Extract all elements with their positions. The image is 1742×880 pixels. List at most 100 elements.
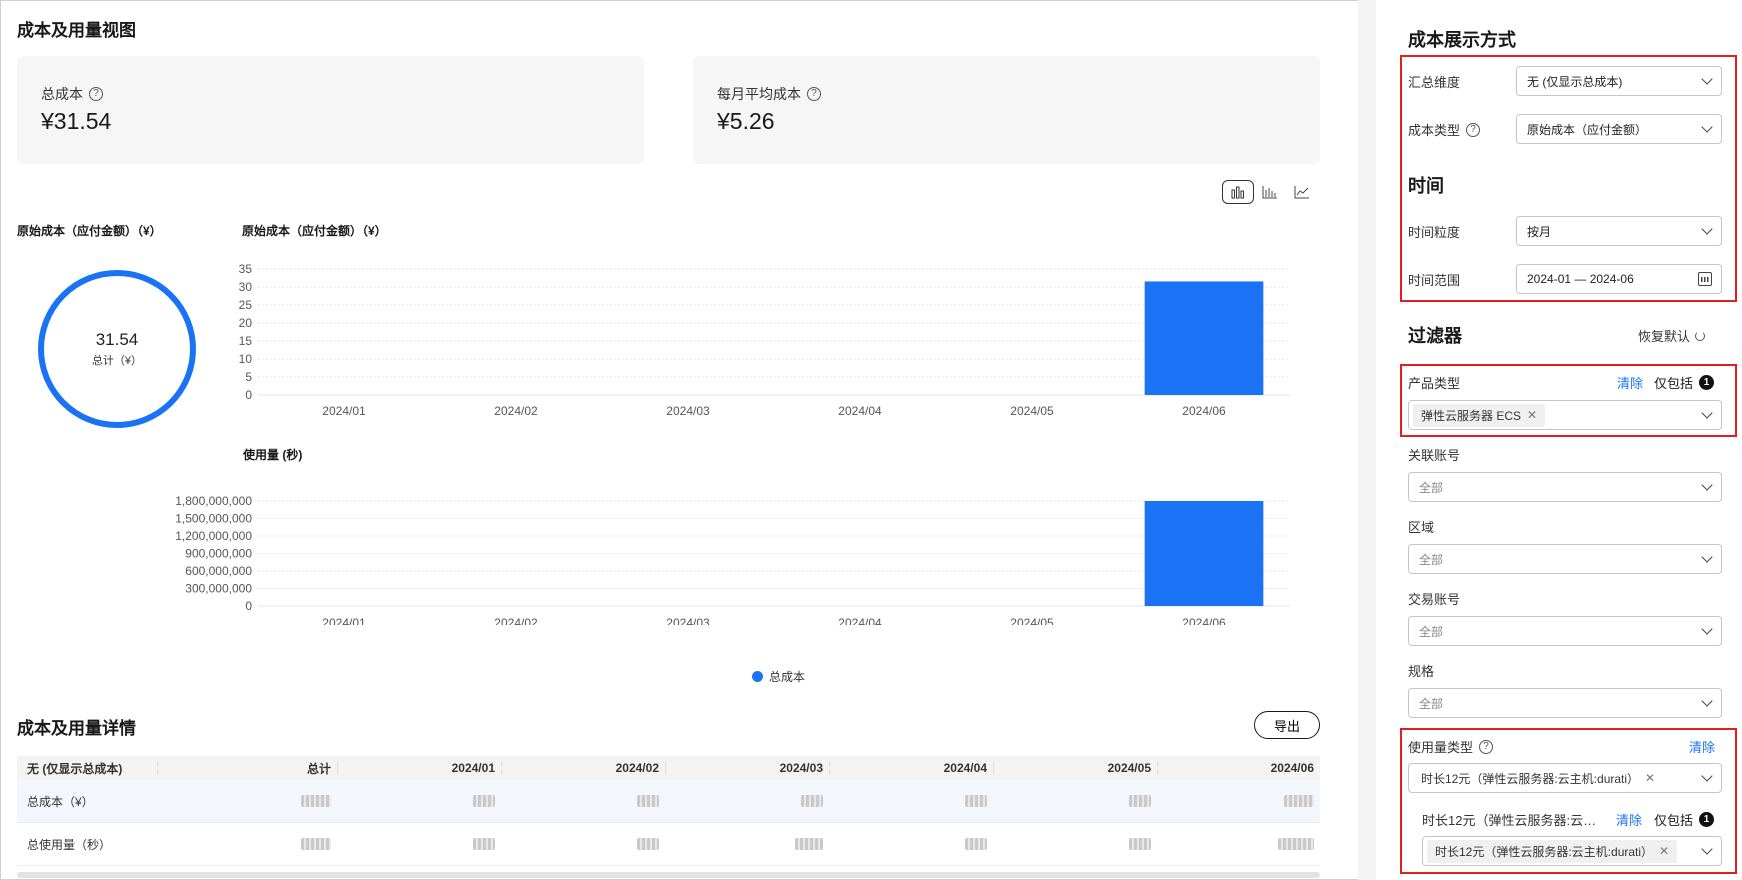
spec-value: 全部 [1419,696,1444,711]
redacted-value [965,795,987,807]
region-select[interactable]: 全部 [1408,544,1722,574]
line-chart-icon[interactable] [1286,180,1318,204]
display-mode-title: 成本展示方式 [1408,30,1516,50]
table-cell [157,823,337,865]
stacked-bar-icon[interactable] [1254,180,1286,204]
time-range-picker[interactable]: 2024-01 — 2024-06 [1516,264,1722,294]
redacted-value [473,795,495,807]
close-icon[interactable]: ✕ [1527,408,1537,422]
sub-usage-label: 时长12元（弹性云服务器:云… [1422,813,1597,828]
table-cell [993,823,1157,865]
product-type-label: 产品类型 [1408,376,1461,391]
help-icon[interactable]: ? [807,87,821,101]
sub-usage-tag-label: 时长12元（弹性云服务器:云主机:durati） [1435,844,1654,859]
table-cell [993,780,1157,822]
y-tick-label: 1,200,000,000 [175,529,252,543]
donut-title: 原始成本（应付金额）（¥） [17,224,162,238]
cost-type-label: 成本类型 [1408,123,1461,138]
table-row: 总成本（¥） [17,780,1320,823]
table-cell [665,823,829,865]
include-label: 仅包括 [1654,376,1694,391]
redacted-value [795,838,823,850]
sub-usage-clear-link[interactable]: 清除 [1616,810,1642,829]
table-cell [829,780,993,822]
table-cell [337,780,501,822]
col-header-month: 2024/05 [993,756,1157,780]
usage-bar-chart: 0 300,000,000 600,000,000 900,000,000 1,200,… [175,494,1290,625]
sub-usage-select[interactable]: 时长12元（弹性云服务器:云主机:durati） ✕ [1422,836,1722,866]
table-horizontal-scrollbar[interactable] [17,872,1320,878]
help-icon[interactable]: ? [1479,739,1494,754]
linked-account-label: 关联账号 [1408,448,1461,463]
chart-type-switch [1222,180,1318,204]
y-tick-label: 1,800,000,000 [175,494,252,508]
sub-usage-include-toggle[interactable]: 仅包括 1 [1654,810,1715,829]
cost-chart-title: 原始成本（应付金额）（¥） [242,224,387,238]
col-header-month: 2024/04 [829,756,993,780]
x-tick-label: 2024/06 [1182,404,1226,418]
table-cell [501,823,665,865]
chevron-down-icon [1701,770,1713,782]
help-icon[interactable]: ? [1466,122,1481,137]
x-tick-label: 2024/02 [494,404,538,418]
product-tag: 弹性云服务器 ECS ✕ [1413,403,1546,427]
usage-type-label-wrap: 使用量类型 ? [1408,737,1494,756]
help-icon[interactable]: ? [89,87,103,101]
linked-account-value: 全部 [1419,480,1444,495]
include-count-badge: 1 [1699,375,1715,390]
col-header-month: 2024/06 [1157,756,1320,780]
x-tick-label: 2024/03 [666,404,710,418]
product-type-select[interactable]: 弹性云服务器 ECS ✕ [1408,400,1722,430]
table-cell [1157,823,1320,865]
monthly-avg-card: 每月平均成本 ? ¥5.26 [693,56,1320,164]
summary-select[interactable]: 无 (仅显示总成本) [1516,66,1722,96]
chevron-down-icon [1701,407,1713,419]
table-cell [1157,780,1320,822]
detail-title: 成本及用量详情 [17,719,136,738]
close-icon[interactable]: ✕ [1645,771,1655,785]
x-tick-label: 2024/05 [1010,616,1054,625]
chart-legend[interactable]: 总成本 [752,668,805,685]
reset-default-link[interactable]: 恢复默认 [1638,326,1706,345]
trade-account-value: 全部 [1419,624,1444,639]
chevron-down-icon [1701,223,1713,235]
total-cost-label: 总成本 [41,86,83,102]
bar[interactable] [1144,501,1264,606]
col-header-month: 2024/02 [501,756,665,780]
y-tick-label: 300,000,000 [185,582,252,596]
cost-type-select[interactable]: 原始成本（应付金额） [1516,114,1722,144]
x-tick-label: 2024/04 [838,616,882,625]
close-icon[interactable]: ✕ [1659,844,1669,858]
row-label: 总成本（¥） [27,794,94,809]
product-include-toggle[interactable]: 仅包括 1 [1654,373,1715,392]
redacted-value [1278,838,1314,850]
table-cell [337,823,501,865]
monthly-avg-label: 每月平均成本 [717,86,801,102]
bar-chart-icon[interactable] [1222,180,1254,204]
legend-label: 总成本 [769,670,806,684]
spec-select[interactable]: 全部 [1408,688,1722,718]
region-value: 全部 [1419,552,1444,567]
spec-label: 规格 [1408,664,1435,679]
granularity-value: 按月 [1527,224,1552,239]
usage-tag-label: 时长12元（弹性云服务器:云主机:durati） [1421,771,1640,786]
export-button[interactable]: 导出 [1254,711,1320,739]
time-title: 时间 [1408,176,1444,196]
usage-clear-link[interactable]: 清除 [1689,737,1715,756]
total-cost-value: ¥31.54 [41,108,112,134]
product-clear-link[interactable]: 清除 [1617,373,1643,392]
include-count-badge: 1 [1699,812,1715,827]
y-tick-label: 10 [239,352,253,366]
filter-title: 过滤器 [1408,326,1462,346]
trade-account-select[interactable]: 全部 [1408,616,1722,646]
usage-chart-title: 使用量 (秒) [243,448,303,462]
bar[interactable] [1144,281,1264,395]
linked-account-select[interactable]: 全部 [1408,472,1722,502]
redacted-value [301,838,331,850]
table-cell [157,780,337,822]
redacted-value [1284,795,1314,807]
usage-type-select[interactable]: 时长12元（弹性云服务器:云主机:durati） ✕ [1408,763,1722,793]
granularity-select[interactable]: 按月 [1516,216,1722,246]
summary-value: 无 (仅显示总成本) [1527,74,1623,89]
table-cell [501,780,665,822]
